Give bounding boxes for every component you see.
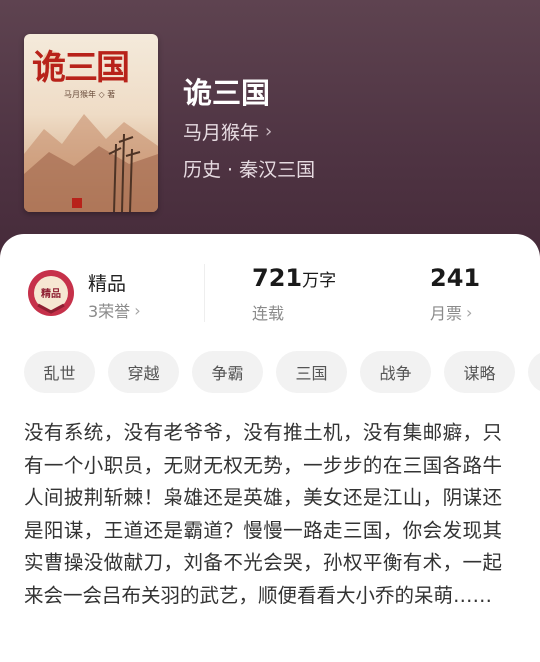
tag-chip[interactable]: 战争: [360, 351, 431, 393]
book-title: 诡三国: [183, 76, 271, 110]
word-count-unit: 万字: [302, 271, 337, 291]
tag-chip[interactable]: 乱世: [24, 351, 95, 393]
author-name: 马月猴年: [183, 122, 260, 144]
chevron-right-icon: ›: [265, 121, 273, 142]
chevron-right-icon: ›: [466, 302, 473, 322]
monthly-ticket-link[interactable]: 月票 ›: [430, 300, 472, 324]
cover-author: 马月猴年 ◇ 著: [64, 90, 116, 99]
book-cover[interactable]: 诡三国 马月猴年 ◇ 著: [24, 34, 158, 212]
tag-list: 乱世 穿越 争霸 三国 战争 谋略: [24, 351, 540, 395]
stats-divider: [204, 264, 205, 322]
serial-status: 连载: [252, 304, 285, 323]
tag-chip[interactable]: 三国: [276, 351, 347, 393]
tag-chip-partial[interactable]: [528, 351, 540, 393]
monthly-ticket-label: 月票: [430, 304, 463, 323]
book-info-card: 精品 精品 3荣誉 › 721万字 连载 241 月票 › 乱世 穿越 争霸 三…: [0, 234, 540, 662]
word-count: 721万字: [252, 264, 336, 292]
tag-chip[interactable]: 争霸: [192, 351, 263, 393]
honors-link[interactable]: 3荣誉 ›: [88, 298, 141, 322]
book-header: 诡三国 马月猴年 ◇ 著 诡三国 马月猴年 › 历史 · 秦汉三国: [0, 0, 540, 270]
cover-title: 诡三国: [32, 48, 130, 88]
quality-badge-icon: 精品: [28, 270, 74, 316]
badge-text: 精品: [41, 287, 61, 300]
author-link[interactable]: 马月猴年 ›: [183, 118, 272, 145]
chevron-right-icon: ›: [134, 300, 141, 320]
word-count-value: 721: [252, 264, 303, 292]
genre-label: 历史 · 秦汉三国: [183, 159, 316, 181]
tag-chip[interactable]: 穿越: [108, 351, 179, 393]
honors-count: 3荣誉: [88, 302, 131, 321]
cover-seal: [72, 198, 82, 208]
tag-chip[interactable]: 谋略: [444, 351, 515, 393]
monthly-ticket-count: 241: [430, 264, 481, 292]
stats-row: 精品 精品 3荣誉 › 721万字 连载 241 月票 ›: [0, 234, 540, 334]
book-description[interactable]: 没有系统，没有老爷爷，没有推土机，没有集邮癖，只有一个小职员，无财无权无势，一步…: [24, 417, 502, 612]
quality-label: 精品: [88, 273, 127, 295]
